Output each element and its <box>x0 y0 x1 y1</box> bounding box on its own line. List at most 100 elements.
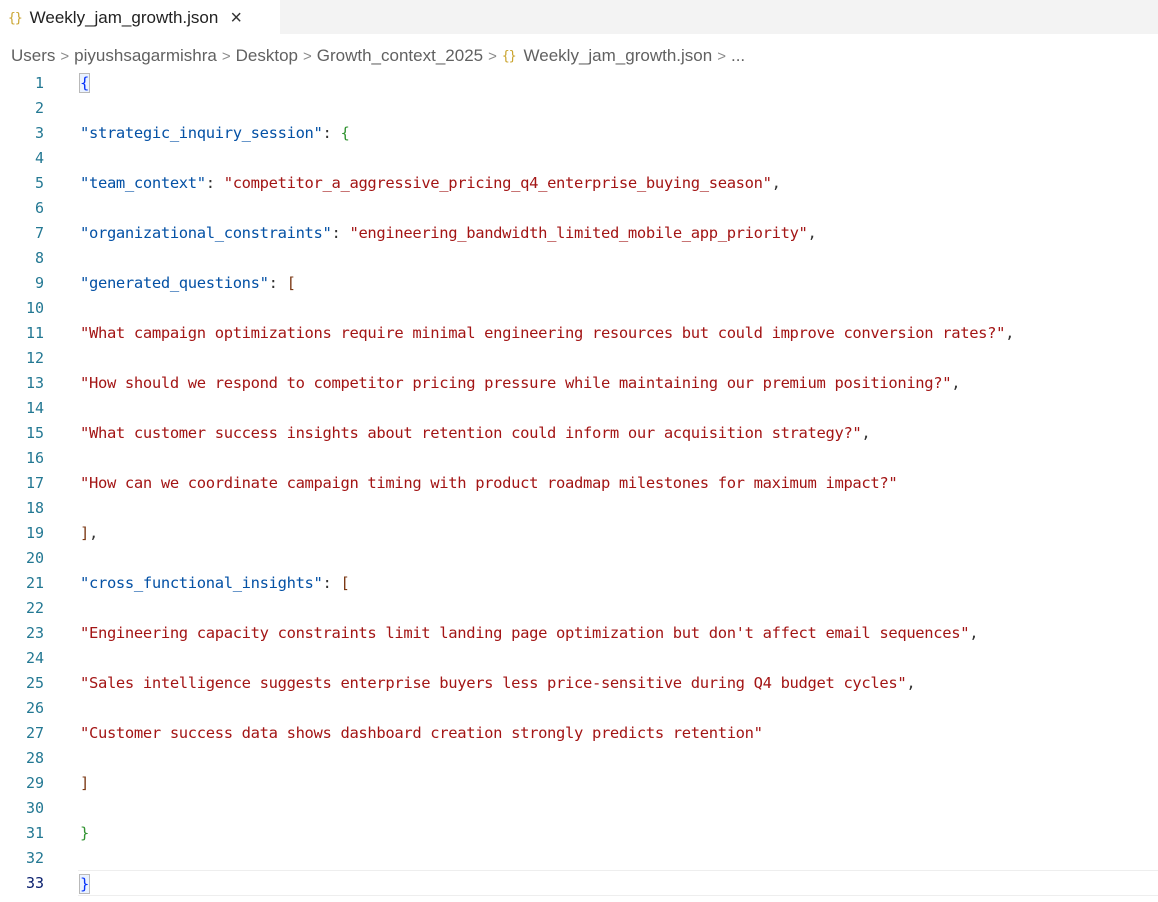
json-file-icon: {} <box>8 10 23 26</box>
tab-weekly-jam-growth[interactable]: {} Weekly_jam_growth.json × <box>0 0 280 36</box>
code-line[interactable]: 32 <box>0 845 1158 870</box>
json-string: "competitor_a_aggressive_pricing_q4_ente… <box>223 174 772 192</box>
json-key: "generated_questions" <box>80 274 269 292</box>
line-number: 26 <box>25 699 44 717</box>
line-number: 29 <box>25 774 44 792</box>
line-number: 6 <box>34 199 44 217</box>
code-line[interactable]: 24 <box>0 645 1158 670</box>
code-line[interactable]: 28 <box>0 745 1158 770</box>
code-line[interactable]: 31} <box>0 820 1158 845</box>
code-line[interactable]: 16 <box>0 445 1158 470</box>
breadcrumb: Users > piyushsagarmishra > Desktop > Gr… <box>11 45 745 67</box>
line-number: 3 <box>34 124 44 142</box>
json-punctuation: : <box>322 574 341 592</box>
line-number: 32 <box>25 849 44 867</box>
json-punctuation: { <box>79 73 90 93</box>
tab-bar: {} Weekly_jam_growth.json × <box>0 0 1158 36</box>
line-number: 33 <box>25 874 44 892</box>
json-punctuation: , <box>771 174 781 192</box>
code-line[interactable]: 7 "organizational_constraints": "engineer… <box>0 220 1158 245</box>
json-punctuation: ] <box>80 774 89 792</box>
line-number: 15 <box>25 424 44 442</box>
breadcrumb-item-users[interactable]: Users <box>11 46 55 66</box>
line-number: 16 <box>25 449 44 467</box>
json-punctuation: , <box>807 224 817 242</box>
code-text: "Customer success data shows dashboard c… <box>80 724 763 742</box>
line-number: 20 <box>25 549 44 567</box>
code-line[interactable]: 9 "generated_questions": [ <box>0 270 1158 295</box>
code-line[interactable]: 14 <box>0 395 1158 420</box>
code-line[interactable]: 22 <box>0 595 1158 620</box>
code-line[interactable]: 26 <box>0 695 1158 720</box>
code-text: "What campaign optimizations require min… <box>80 324 1014 342</box>
line-number: 5 <box>34 174 44 192</box>
breadcrumb-item-symbols[interactable]: ... <box>731 46 745 66</box>
code-line[interactable]: 1{ <box>0 70 1158 95</box>
code-line[interactable]: 30 <box>0 795 1158 820</box>
text-cursor <box>88 874 90 892</box>
code-line[interactable]: 20 <box>0 545 1158 570</box>
json-key: "strategic_inquiry_session" <box>80 124 323 142</box>
json-file-icon: {} <box>501 48 517 64</box>
code-line[interactable]: 21 "cross_functional_insights": [ <box>0 570 1158 595</box>
code-line[interactable]: 23 "Engineering capacity constraints limi… <box>0 620 1158 645</box>
json-string: "How can we coordinate campaign timing w… <box>80 474 898 492</box>
code-line[interactable]: 12 <box>0 345 1158 370</box>
code-line[interactable]: 5 "team_context": "competitor_a_aggressiv… <box>0 170 1158 195</box>
code-line[interactable]: 6 <box>0 195 1158 220</box>
breadcrumb-item-desktop[interactable]: Desktop <box>236 46 298 66</box>
json-punctuation: , <box>969 624 979 642</box>
code-line[interactable]: 8 <box>0 245 1158 270</box>
json-punctuation: , <box>1005 324 1015 342</box>
code-text: "What customer success insights about re… <box>80 424 871 442</box>
line-number: 18 <box>25 499 44 517</box>
code-line[interactable]: 18 <box>0 495 1158 520</box>
json-punctuation: , <box>861 424 871 442</box>
code-line[interactable]: 29] <box>0 770 1158 795</box>
code-text: "strategic_inquiry_session": { <box>80 124 350 142</box>
breadcrumb-item-user[interactable]: piyushsagarmishra <box>74 46 217 66</box>
line-number: 30 <box>25 799 44 817</box>
close-icon[interactable]: × <box>230 8 242 28</box>
code-line[interactable]: 4 <box>0 145 1158 170</box>
line-number: 27 <box>25 724 44 742</box>
json-string: "engineering_bandwidth_limited_mobile_ap… <box>349 224 808 242</box>
line-number: 25 <box>25 674 44 692</box>
chevron-right-icon: > <box>717 47 726 65</box>
json-key: "team_context" <box>80 174 206 192</box>
code-line[interactable]: 13 "How should we respond to competitor p… <box>0 370 1158 395</box>
code-text: { <box>79 73 90 93</box>
breadcrumb-item-file[interactable]: Weekly_jam_growth.json <box>524 46 713 66</box>
line-number: 22 <box>25 599 44 617</box>
code-text: "organizational_constraints": "engineeri… <box>80 224 817 242</box>
code-line[interactable]: 11 "What campaign optimizations require m… <box>0 320 1158 345</box>
code-line[interactable]: 27 "Customer success data shows dashboard… <box>0 720 1158 745</box>
line-number: 8 <box>34 249 44 267</box>
code-text: "cross_functional_insights": [ <box>80 574 350 592</box>
line-number: 11 <box>25 324 44 342</box>
code-line[interactable]: 17 "How can we coordinate campaign timing… <box>0 470 1158 495</box>
code-line[interactable]: 10 <box>0 295 1158 320</box>
line-number: 12 <box>25 349 44 367</box>
line-number: 7 <box>34 224 44 242</box>
line-number: 14 <box>25 399 44 417</box>
line-number: 2 <box>34 99 44 117</box>
chevron-right-icon: > <box>303 47 312 65</box>
code-text: "How can we coordinate campaign timing w… <box>80 474 898 492</box>
code-text: "Engineering capacity constraints limit … <box>80 624 979 642</box>
code-text: "team_context": "competitor_a_aggressive… <box>80 174 781 192</box>
code-line[interactable]: 19], <box>0 520 1158 545</box>
line-number: 9 <box>34 274 44 292</box>
line-number: 24 <box>25 649 44 667</box>
line-number: 31 <box>25 824 44 842</box>
code-line[interactable]: 15 "What customer success insights about … <box>0 420 1158 445</box>
json-punctuation: : <box>331 224 350 242</box>
code-line[interactable]: 33} <box>0 870 1158 896</box>
code-line[interactable]: 3 "strategic_inquiry_session": { <box>0 120 1158 145</box>
breadcrumb-item-folder[interactable]: Growth_context_2025 <box>317 46 483 66</box>
code-line[interactable]: 25 "Sales intelligence suggests enterpris… <box>0 670 1158 695</box>
chevron-right-icon: > <box>60 47 70 65</box>
code-editor[interactable]: 1{2 3 "strategic_inquiry_session": {4 5 "tea… <box>0 70 1158 902</box>
code-line[interactable]: 2 <box>0 95 1158 120</box>
json-key: "cross_functional_insights" <box>80 574 323 592</box>
